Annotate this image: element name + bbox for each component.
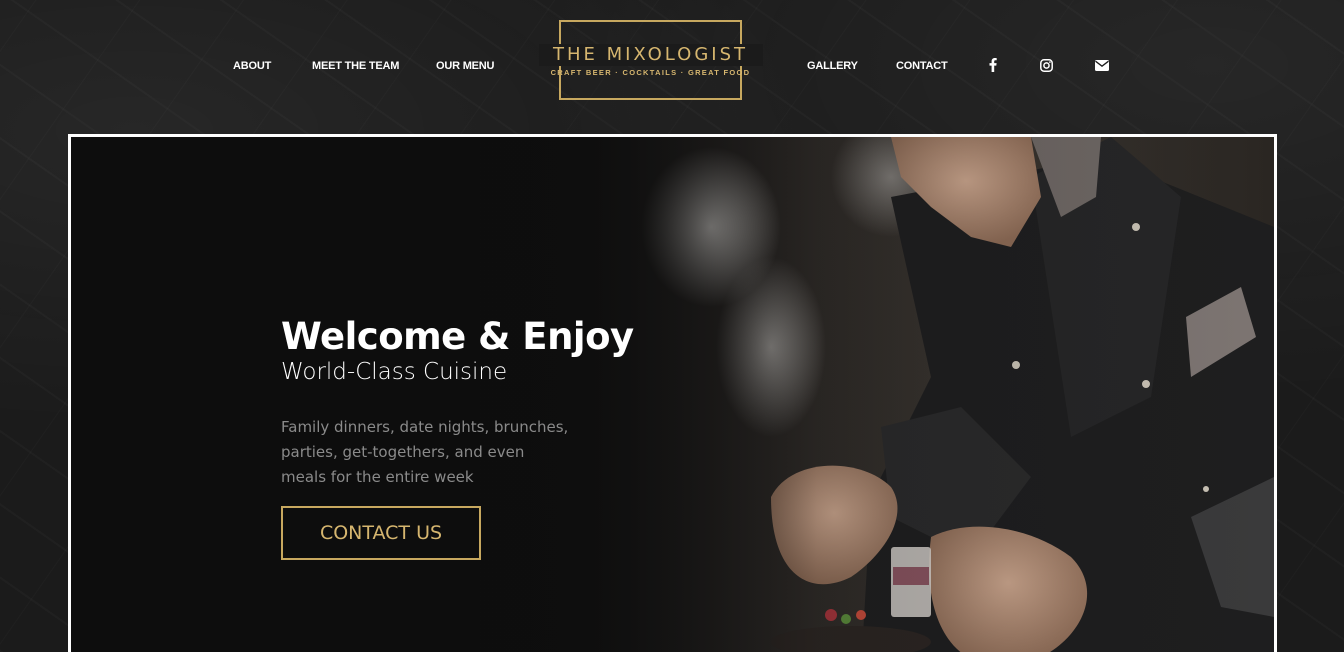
- hero-description: Family dinners, date nights, brunches, p…: [281, 418, 569, 486]
- instagram-icon[interactable]: [1038, 57, 1054, 73]
- hero-chef-photo: [71, 137, 1274, 652]
- hero-subtitle: World-Class Cuisine: [281, 359, 508, 385]
- logo-tagline: CRAFT BEER · COCKTAILS · GREAT FOOD: [550, 68, 751, 77]
- hero-banner: Welcome & Enjoy World-Class Cuisine Fami…: [68, 134, 1277, 652]
- nav-our-menu[interactable]: OUR MENU: [436, 60, 494, 72]
- logo-title: THE MIXOLOGIST: [538, 44, 763, 66]
- hero-title: Welcome & Enjoy: [281, 315, 634, 358]
- nav-about[interactable]: ABOUT: [233, 60, 271, 72]
- logo[interactable]: THE MIXOLOGIST CRAFT BEER · COCKTAILS · …: [538, 20, 763, 100]
- site-header: ABOUT MEET THE TEAM OUR MENU THE MIXOLOG…: [0, 0, 1344, 134]
- envelope-icon[interactable]: [1094, 57, 1110, 73]
- facebook-icon[interactable]: [985, 57, 1001, 73]
- nav-gallery[interactable]: GALLERY: [807, 60, 858, 72]
- contact-us-button[interactable]: CONTACT US: [281, 506, 481, 560]
- nav-contact[interactable]: CONTACT: [896, 60, 948, 72]
- nav-meet-the-team[interactable]: MEET THE TEAM: [312, 60, 399, 72]
- hero-content: Welcome & Enjoy World-Class Cuisine Fami…: [281, 317, 634, 560]
